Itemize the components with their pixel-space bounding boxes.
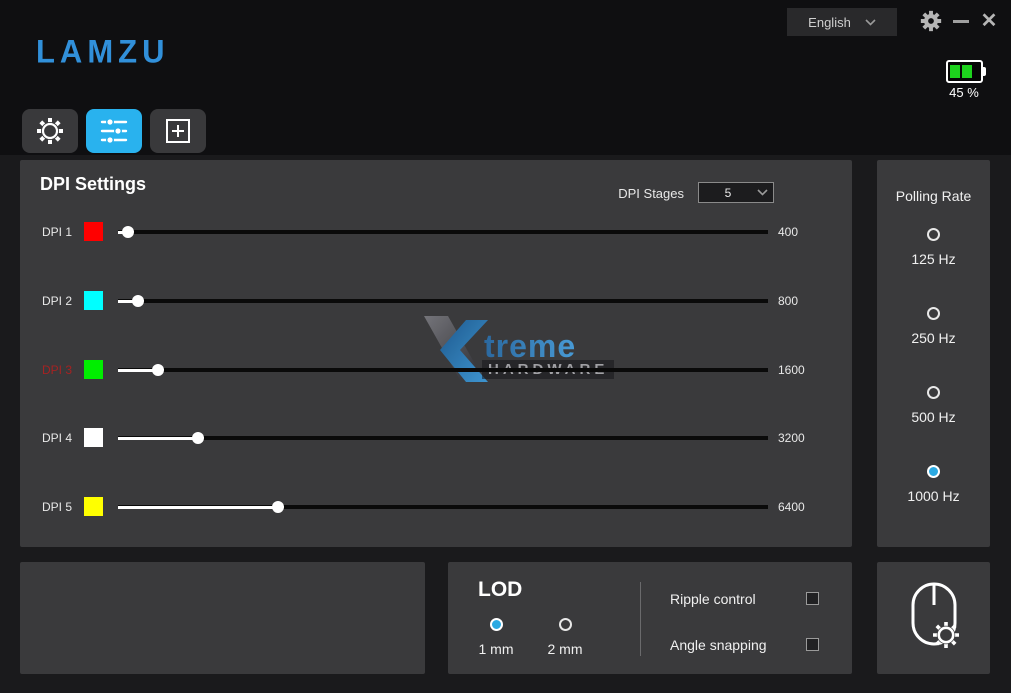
battery-bar <box>962 65 972 78</box>
dpi-color-swatch[interactable] <box>84 222 103 241</box>
dpi-stages-dropdown[interactable]: 5 <box>698 182 774 203</box>
ripple-control-row: Ripple control <box>670 591 840 607</box>
dpi-color-swatch[interactable] <box>84 291 103 310</box>
language-dropdown[interactable]: English <box>787 8 897 36</box>
plus-square-icon <box>163 116 193 146</box>
polling-option-250hz[interactable]: 250 Hz <box>877 307 990 346</box>
ripple-control-label: Ripple control <box>670 591 756 607</box>
slider-thumb[interactable] <box>122 226 134 238</box>
polling-option-1000hz[interactable]: 1000 Hz <box>877 465 990 504</box>
slider-thumb[interactable] <box>192 432 204 444</box>
polling-rate-title: Polling Rate <box>877 188 990 204</box>
dpi-row-label: DPI 5 <box>42 500 84 514</box>
dpi-value: 400 <box>778 225 842 239</box>
chevron-down-icon <box>757 189 768 196</box>
language-value: English <box>808 15 851 30</box>
slider-thumb[interactable] <box>152 364 164 376</box>
dpi-row-1: DPI 1 400 <box>20 221 852 243</box>
polling-option-label: 1000 Hz <box>877 488 990 504</box>
app-window: LAMZU English ✕ <box>0 0 1011 693</box>
dpi-row-label: DPI 4 <box>42 431 84 445</box>
gear-outline-icon <box>35 116 65 146</box>
tab-bar <box>22 109 206 153</box>
close-icon: ✕ <box>981 11 998 31</box>
polling-option-125hz[interactable]: 125 Hz <box>877 228 990 267</box>
tab-performance[interactable] <box>86 109 142 153</box>
lod-title: LOD <box>478 578 522 602</box>
dpi-row-5: DPI 5 6400 <box>20 496 852 518</box>
battery-percent: 45 % <box>941 85 987 100</box>
dpi-row-label: DPI 1 <box>42 225 84 239</box>
radio-icon[interactable] <box>927 228 940 241</box>
tab-settings[interactable] <box>22 109 78 153</box>
sliders-icon <box>99 117 129 145</box>
dpi-slider[interactable] <box>118 359 768 381</box>
dpi-slider[interactable] <box>118 290 768 312</box>
dpi-row-2: DPI 2 800 <box>20 290 852 312</box>
mouse-settings-panel[interactable] <box>877 562 990 674</box>
divider <box>640 582 641 656</box>
slider-thumb[interactable] <box>272 501 284 513</box>
dpi-row-4: DPI 4 3200 <box>20 427 852 449</box>
dpi-slider[interactable] <box>118 221 768 243</box>
lod-option-label: 1 mm <box>473 641 519 657</box>
dpi-settings-panel: DPI Settings DPI Stages 5 treme <box>20 160 852 547</box>
polling-option-label: 125 Hz <box>877 251 990 267</box>
ripple-control-checkbox[interactable] <box>806 592 819 605</box>
dpi-row-3: DPI 3 1600 <box>20 359 852 381</box>
minimize-button[interactable] <box>948 8 974 34</box>
mouse-gear-icon <box>900 579 968 657</box>
battery-icon <box>946 60 983 83</box>
polling-rate-panel: Polling Rate 125 Hz 250 Hz 500 Hz 1000 H… <box>877 160 990 547</box>
dpi-color-swatch[interactable] <box>84 428 103 447</box>
angle-snapping-label: Angle snapping <box>670 637 767 653</box>
chevron-down-icon <box>865 19 876 26</box>
radio-icon[interactable] <box>559 618 572 631</box>
dpi-value: 800 <box>778 294 842 308</box>
empty-panel <box>20 562 425 674</box>
dpi-slider[interactable] <box>118 496 768 518</box>
polling-option-label: 500 Hz <box>877 409 990 425</box>
radio-icon[interactable] <box>927 465 940 478</box>
dpi-settings-title: DPI Settings <box>40 174 146 195</box>
dpi-value: 3200 <box>778 431 842 445</box>
settings-gear-button[interactable] <box>918 8 944 34</box>
header-bar: LAMZU English ✕ <box>0 0 1011 155</box>
minimize-icon <box>953 20 969 23</box>
lod-option-1mm[interactable]: 1 mm <box>473 618 519 657</box>
polling-option-500hz[interactable]: 500 Hz <box>877 386 990 425</box>
dpi-value: 1600 <box>778 363 842 377</box>
dpi-stages-value: 5 <box>699 186 757 200</box>
lod-option-2mm[interactable]: 2 mm <box>542 618 588 657</box>
dpi-color-swatch[interactable] <box>84 497 103 516</box>
radio-icon[interactable] <box>490 618 503 631</box>
tab-add-profile[interactable] <box>150 109 206 153</box>
lamzu-logo: LAMZU <box>36 33 169 71</box>
close-button[interactable]: ✕ <box>976 8 1002 34</box>
polling-option-label: 250 Hz <box>877 330 990 346</box>
battery-indicator: 45 % <box>941 60 987 100</box>
dpi-row-label: DPI 2 <box>42 294 84 308</box>
dpi-slider[interactable] <box>118 427 768 449</box>
dpi-stages-label: DPI Stages <box>604 186 684 201</box>
dpi-row-label: DPI 3 <box>42 363 84 377</box>
lod-panel: LOD 1 mm 2 mm Ripple control Angle snapp… <box>448 562 852 674</box>
angle-snapping-checkbox[interactable] <box>806 638 819 651</box>
slider-thumb[interactable] <box>132 295 144 307</box>
angle-snapping-row: Angle snapping <box>670 637 840 653</box>
gear-icon <box>920 10 942 32</box>
radio-icon[interactable] <box>927 386 940 399</box>
dpi-value: 6400 <box>778 500 842 514</box>
dpi-color-swatch[interactable] <box>84 360 103 379</box>
lod-option-label: 2 mm <box>542 641 588 657</box>
battery-bar <box>950 65 960 78</box>
radio-icon[interactable] <box>927 307 940 320</box>
